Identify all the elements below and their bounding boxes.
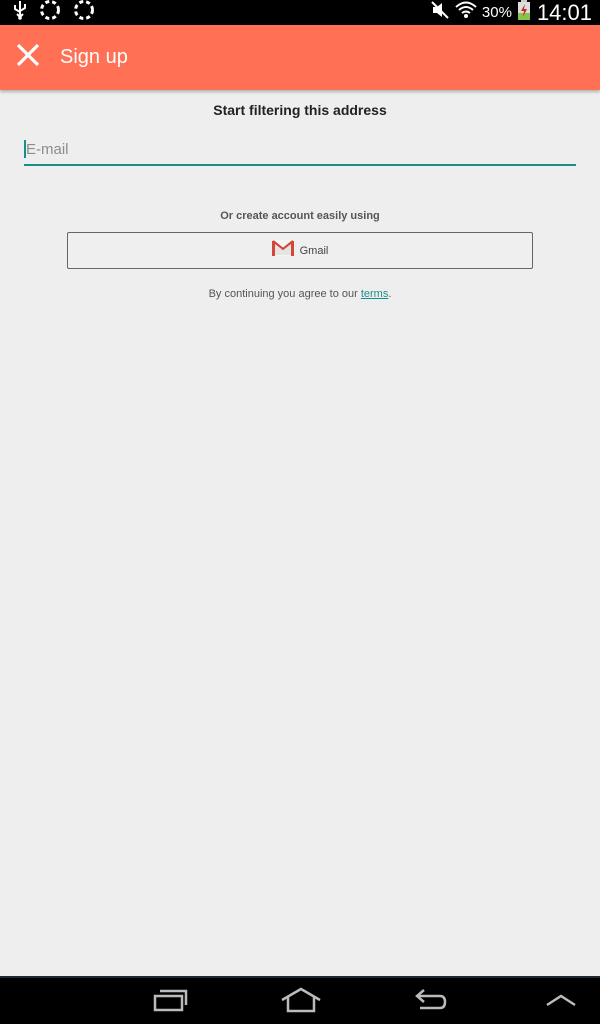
recent-apps-button[interactable] bbox=[148, 984, 192, 1020]
battery-icon bbox=[517, 0, 531, 25]
sync-icon bbox=[38, 0, 62, 26]
mute-icon bbox=[430, 1, 450, 24]
email-field-wrapper bbox=[24, 134, 576, 166]
menu-up-button[interactable] bbox=[542, 984, 580, 1020]
alt-signup-label: Or create account easily using bbox=[220, 210, 380, 222]
menu-up-icon bbox=[545, 992, 577, 1013]
back-button[interactable] bbox=[410, 984, 450, 1020]
terms-suffix: . bbox=[388, 288, 392, 300]
app-bar: Sign up bbox=[0, 25, 600, 90]
wifi-icon bbox=[455, 0, 477, 25]
sync-icon bbox=[72, 0, 96, 26]
terms-prefix: By continuing you agree to our bbox=[208, 288, 361, 300]
home-icon bbox=[280, 987, 322, 1018]
usb-icon bbox=[12, 0, 28, 25]
back-icon bbox=[412, 987, 448, 1018]
terms-notice: By continuing you agree to our terms. bbox=[0, 288, 600, 300]
gmail-signup-button[interactable]: Gmail bbox=[67, 232, 533, 269]
status-bar: 30% 14:01 bbox=[0, 0, 600, 25]
screen: 30% 14:01 Sign up Start filtering this a… bbox=[0, 0, 600, 1024]
gmail-icon bbox=[271, 240, 294, 261]
gmail-button-label: Gmail bbox=[299, 244, 329, 257]
home-button[interactable] bbox=[278, 984, 324, 1020]
form-heading: Start filtering this address bbox=[213, 102, 387, 118]
text-cursor bbox=[24, 140, 26, 158]
clock: 14:01 bbox=[536, 0, 592, 25]
navigation-bar bbox=[0, 976, 600, 1024]
recent-apps-icon bbox=[152, 988, 188, 1017]
page-title: Sign up bbox=[60, 46, 128, 68]
battery-percentage: 30% bbox=[481, 4, 512, 21]
close-icon bbox=[15, 42, 41, 73]
close-button[interactable] bbox=[0, 30, 56, 86]
email-field[interactable] bbox=[24, 134, 576, 164]
terms-link[interactable]: terms bbox=[361, 288, 389, 300]
